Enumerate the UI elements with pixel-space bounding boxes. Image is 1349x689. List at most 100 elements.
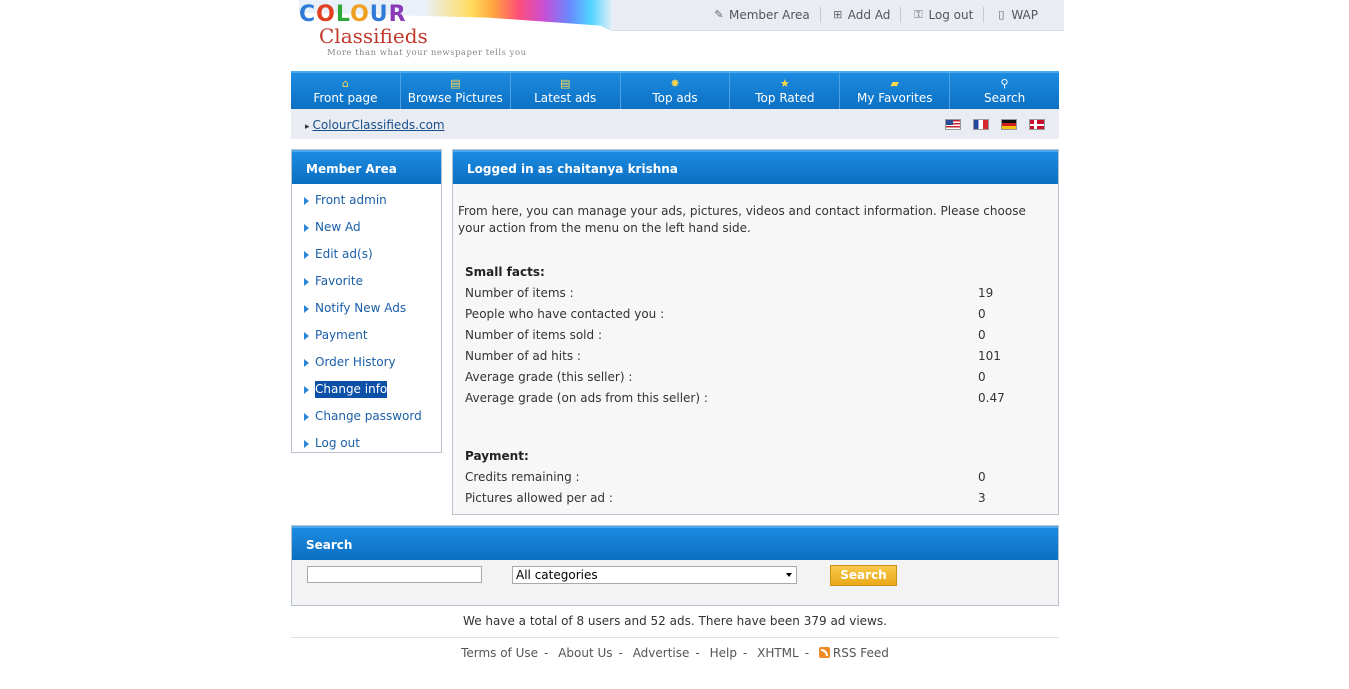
breadcrumb-link[interactable]: ▸ ColourClassifieds.com (305, 118, 445, 132)
nav-browse-pictures[interactable]: ▤ Browse Pictures (401, 73, 511, 111)
triangle-icon (304, 413, 309, 421)
payment-info: Payment: Credits remaining : 0 Pictures a… (465, 446, 1045, 509)
search-button[interactable]: Search (830, 565, 897, 586)
menu-item-log-out[interactable]: Log out (292, 433, 441, 460)
menu-item-front-admin[interactable]: Front admin (292, 190, 441, 217)
pictures-icon: ▤ (450, 77, 461, 90)
menu-label: Front admin (315, 193, 387, 207)
footer-rss-link[interactable]: RSS Feed (818, 646, 889, 660)
triangle-icon (304, 440, 309, 448)
menu-label: Order History (315, 355, 396, 369)
nav-front-page[interactable]: ⌂ Front page (291, 73, 401, 111)
fact-label: Number of ad hits : (465, 349, 581, 363)
home-icon: ⌂ (341, 77, 349, 90)
member-area-title: Member Area (292, 150, 441, 184)
chevron-down-icon (786, 573, 792, 577)
footer-about-link[interactable]: About Us (558, 646, 612, 660)
category-select[interactable]: All categories (512, 566, 797, 584)
menu-item-new-ad[interactable]: New Ad (292, 217, 441, 244)
menu-item-order-history[interactable]: Order History (292, 352, 441, 379)
nav-top-ads[interactable]: ✸ Top ads (621, 73, 731, 111)
add-ad-icon: ⊞ (833, 8, 843, 21)
menu-label: Edit ad(s) (315, 247, 373, 261)
menu-label: New Ad (315, 220, 361, 234)
fr-flag-icon[interactable] (973, 119, 989, 130)
fact-row: Number of ad hits : 101 (465, 346, 1045, 367)
star-icon: ★ (779, 77, 790, 90)
nav-label: Front page (313, 91, 378, 105)
triangle-icon (304, 251, 309, 259)
nav-top-rated[interactable]: ★ Top Rated (730, 73, 841, 111)
folder-icon: ▰ (890, 77, 899, 90)
payment-label: Credits remaining : (465, 470, 580, 484)
triangle-icon (304, 278, 309, 286)
menu-item-change-password[interactable]: Change password (292, 406, 441, 433)
payment-row: Pictures allowed per ad : 3 (465, 488, 1045, 509)
fact-label: Number of items : (465, 286, 574, 300)
menu-item-change-info[interactable]: Change info (292, 379, 441, 406)
footer-advertise-link[interactable]: Advertise (633, 646, 690, 660)
menu-label: Change info (315, 381, 388, 398)
logo-tagline: More than what your newspaper tells you (327, 48, 527, 58)
nav-label: Top Rated (755, 91, 815, 105)
de-flag-icon[interactable] (1001, 119, 1017, 130)
payment-value: 3 (978, 491, 986, 505)
top-links: ✎ Member Area ⊞ Add Ad ⚿ Log out ▯ WAP (702, 7, 1048, 23)
menu-item-notify-new-ads[interactable]: Notify New Ads (292, 298, 441, 325)
us-flag-icon[interactable] (945, 119, 961, 130)
menu-item-favorite[interactable]: Favorite (292, 271, 441, 298)
triangle-icon (304, 224, 309, 232)
site-logo[interactable]: COLOUR Classifieds More than what your n… (291, 0, 613, 70)
toplink-log-out[interactable]: ⚿ Log out (901, 8, 983, 22)
toplink-member-area[interactable]: ✎ Member Area (702, 8, 820, 22)
footer-divider (291, 637, 1059, 638)
menu-label: Notify New Ads (315, 301, 407, 315)
footer-terms-link[interactable]: Terms of Use (461, 646, 538, 660)
fact-row: Average grade (this seller) : 0 (465, 367, 1045, 388)
key-icon: ⚿ (914, 8, 923, 21)
payment-label: Pictures allowed per ad : (465, 491, 613, 505)
triangle-icon (304, 359, 309, 367)
fact-value: 19 (978, 286, 994, 300)
nav-label: Latest ads (534, 91, 597, 105)
payment-heading: Payment: (465, 449, 529, 463)
rss-icon (818, 647, 830, 658)
fact-label: Average grade (this seller) : (465, 370, 633, 384)
nav-my-favorites[interactable]: ▰ My Favorites (840, 73, 951, 111)
burst-icon: ✸ (670, 77, 680, 90)
intro-text: From here, you can manage your ads, pict… (458, 204, 1026, 235)
search-input[interactable] (307, 566, 482, 583)
fact-row: Number of items sold : 0 (465, 325, 1045, 346)
nav-label: Search (983, 91, 1026, 105)
toplink-wap[interactable]: ▯ WAP (984, 8, 1048, 22)
nav-label: Top ads (652, 91, 698, 105)
triangle-icon (304, 332, 309, 340)
rss-label: RSS Feed (832, 646, 889, 660)
menu-label: Log out (315, 436, 360, 450)
menu-label: Payment (315, 328, 368, 342)
logo-classifieds-text: Classifieds (319, 24, 428, 48)
triangle-icon (304, 197, 309, 205)
footer-help-link[interactable]: Help (710, 646, 737, 660)
toplink-label: Member Area (728, 8, 810, 22)
fact-value: 0 (978, 307, 986, 321)
member-area-panel: Member Area Front admin New Ad Edit ad(s… (291, 149, 442, 453)
fact-label: People who have contacted you : (465, 307, 665, 321)
latest-icon: ▤ (559, 77, 571, 90)
menu-item-payment[interactable]: Payment (292, 325, 441, 352)
toplink-label: Add Ad (847, 8, 891, 22)
no-flag-icon[interactable] (1029, 119, 1045, 130)
triangle-icon (304, 386, 309, 394)
menu-item-edit-ads[interactable]: Edit ad(s) (292, 244, 441, 271)
toplink-add-ad[interactable]: ⊞ Add Ad (821, 8, 901, 22)
arrow-icon: ▸ (305, 122, 310, 132)
nav-latest-ads[interactable]: ▤ Latest ads (511, 73, 621, 111)
fact-label: Average grade (on ads from this seller) … (465, 391, 708, 405)
fact-value: 0 (978, 370, 986, 384)
nav-label: Browse Pictures (407, 91, 503, 105)
category-selected: All categories (516, 568, 598, 582)
footer-xhtml-link[interactable]: XHTML (757, 646, 799, 660)
triangle-icon (304, 305, 309, 313)
nav-search[interactable]: ⚲ Search (950, 73, 1059, 111)
breadcrumb: ▸ ColourClassifieds.com (291, 109, 1059, 139)
